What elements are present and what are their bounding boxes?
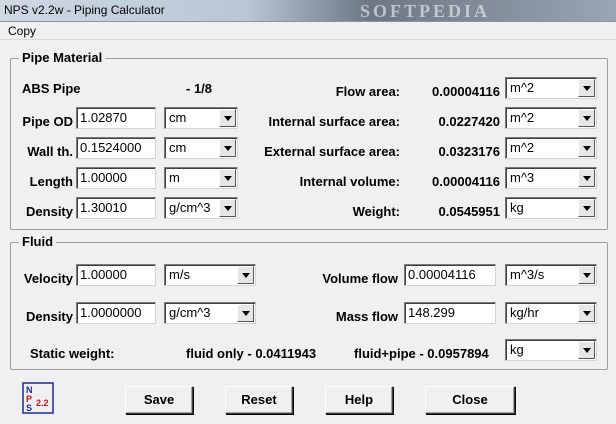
internal-surface-area-label: Internal surface area: — [268, 114, 400, 129]
pipe-od-label: Pipe OD — [22, 114, 73, 129]
pipe-density-unit: g/cm^3 — [169, 200, 211, 215]
internal-volume-value: 0.00004116 — [432, 174, 500, 189]
chevron-down-icon[interactable] — [237, 266, 254, 284]
chevron-down-icon[interactable] — [219, 199, 236, 217]
internal-volume-unit: m^3 — [510, 170, 535, 185]
chevron-down-icon[interactable] — [578, 139, 595, 157]
menu-bar: Copy — [0, 22, 616, 40]
length-unit: m — [169, 170, 180, 185]
mass-flow-unit-select[interactable]: kg/hr — [505, 302, 597, 324]
pipe-od-unit-select[interactable]: cm — [164, 107, 238, 129]
volume-flow-input[interactable]: 0.00004116 — [404, 264, 496, 286]
length-unit-select[interactable]: m — [164, 167, 238, 189]
title-bar[interactable]: NPS v2.2w - Piping Calculator SOFTPEDIA — [0, 0, 616, 22]
chevron-down-icon[interactable] — [578, 79, 595, 97]
help-button[interactable]: Help — [325, 386, 393, 414]
velocity-input[interactable]: 1.00000 — [76, 264, 156, 286]
weight-label: Weight: — [352, 204, 400, 219]
chevron-down-icon[interactable] — [237, 304, 254, 322]
chevron-down-icon[interactable] — [578, 169, 595, 187]
wall-thickness-unit: cm — [169, 140, 187, 155]
chevron-down-icon[interactable] — [578, 199, 595, 217]
flow-area-unit: m^2 — [510, 80, 535, 95]
weight-value: 0.0545951 — [438, 204, 500, 219]
pipe-density-unit-select[interactable]: g/cm^3 — [164, 197, 238, 219]
static-weight-fluid-pipe: fluid+pipe - 0.0957894 — [354, 346, 489, 361]
reset-button[interactable]: Reset — [225, 386, 293, 414]
mass-flow-unit: kg/hr — [510, 305, 539, 320]
mass-flow-input[interactable]: 148.299 — [404, 302, 496, 324]
flow-area-label: Flow area: — [335, 84, 400, 99]
pipe-density-input[interactable]: 1.30010 — [76, 197, 156, 219]
internal-volume-label: Internal volume: — [299, 174, 400, 189]
external-surface-area-value: 0.0323176 — [438, 144, 500, 159]
static-weight-fluid-only: fluid only - 0.0411943 — [186, 346, 317, 361]
internal-surface-area-unit-select[interactable]: m^2 — [505, 107, 597, 129]
close-button[interactable]: Close — [425, 386, 515, 414]
volume-flow-label: Volume flow — [322, 271, 398, 286]
window-title: NPS v2.2w - Piping Calculator — [4, 3, 165, 17]
chevron-down-icon[interactable] — [219, 139, 236, 157]
pipe-density-label: Density — [26, 204, 73, 219]
save-button[interactable]: Save — [125, 386, 193, 414]
static-weight-unit: kg — [510, 342, 524, 357]
nps-logo-icon: N P S 2.2 — [22, 382, 54, 414]
static-weight-label: Static weight: — [30, 346, 115, 361]
wall-thickness-label: Wall th. — [27, 144, 73, 159]
external-surface-area-unit-select[interactable]: m^2 — [505, 137, 597, 159]
svg-text:S: S — [26, 403, 32, 413]
internal-volume-unit-select[interactable]: m^3 — [505, 167, 597, 189]
logo-version: 2.2 — [36, 398, 49, 408]
pipe-size: - 1/8 — [186, 81, 213, 96]
fluid-title: Fluid — [19, 234, 57, 249]
chevron-down-icon[interactable] — [219, 109, 236, 127]
watermark: SOFTPEDIA — [360, 1, 491, 21]
static-weight-unit-select[interactable]: kg — [505, 339, 597, 361]
pipe-name: ABS Pipe — [22, 81, 81, 96]
fluid-density-input[interactable]: 1.0000000 — [76, 302, 156, 324]
pipe-od-unit: cm — [169, 110, 187, 125]
velocity-label: Velocity — [23, 271, 73, 286]
external-surface-area-label: External surface area: — [264, 144, 400, 159]
flow-area-value: 0.00004116 — [432, 84, 500, 99]
velocity-unit: m/s — [169, 267, 190, 282]
mass-flow-label: Mass flow — [335, 309, 398, 324]
internal-surface-area-value: 0.0227420 — [438, 114, 500, 129]
wall-thickness-input[interactable]: 0.1524000 — [76, 137, 156, 159]
length-input[interactable]: 1.00000 — [76, 167, 156, 189]
fluid-density-unit-select[interactable]: g/cm^3 — [164, 302, 256, 324]
length-label: Length — [29, 174, 73, 189]
volume-flow-unit-select[interactable]: m^3/s — [505, 264, 597, 286]
weight-unit-select[interactable]: kg — [505, 197, 597, 219]
chevron-down-icon[interactable] — [219, 169, 236, 187]
menu-copy[interactable]: Copy — [8, 24, 36, 38]
external-surface-area-unit: m^2 — [510, 140, 535, 155]
fluid-density-unit: g/cm^3 — [169, 305, 211, 320]
wall-thickness-unit-select[interactable]: cm — [164, 137, 238, 159]
pipe-material-title: Pipe Material — [19, 50, 106, 65]
weight-unit: kg — [510, 200, 524, 215]
volume-flow-unit: m^3/s — [510, 267, 545, 282]
chevron-down-icon[interactable] — [578, 341, 595, 359]
pipe-od-input[interactable]: 1.02870 — [76, 107, 156, 129]
chevron-down-icon[interactable] — [578, 304, 595, 322]
velocity-unit-select[interactable]: m/s — [164, 264, 256, 286]
internal-surface-area-unit: m^2 — [510, 110, 535, 125]
flow-area-unit-select[interactable]: m^2 — [505, 77, 597, 99]
chevron-down-icon[interactable] — [578, 266, 595, 284]
chevron-down-icon[interactable] — [578, 109, 595, 127]
fluid-density-label: Density — [26, 309, 73, 324]
